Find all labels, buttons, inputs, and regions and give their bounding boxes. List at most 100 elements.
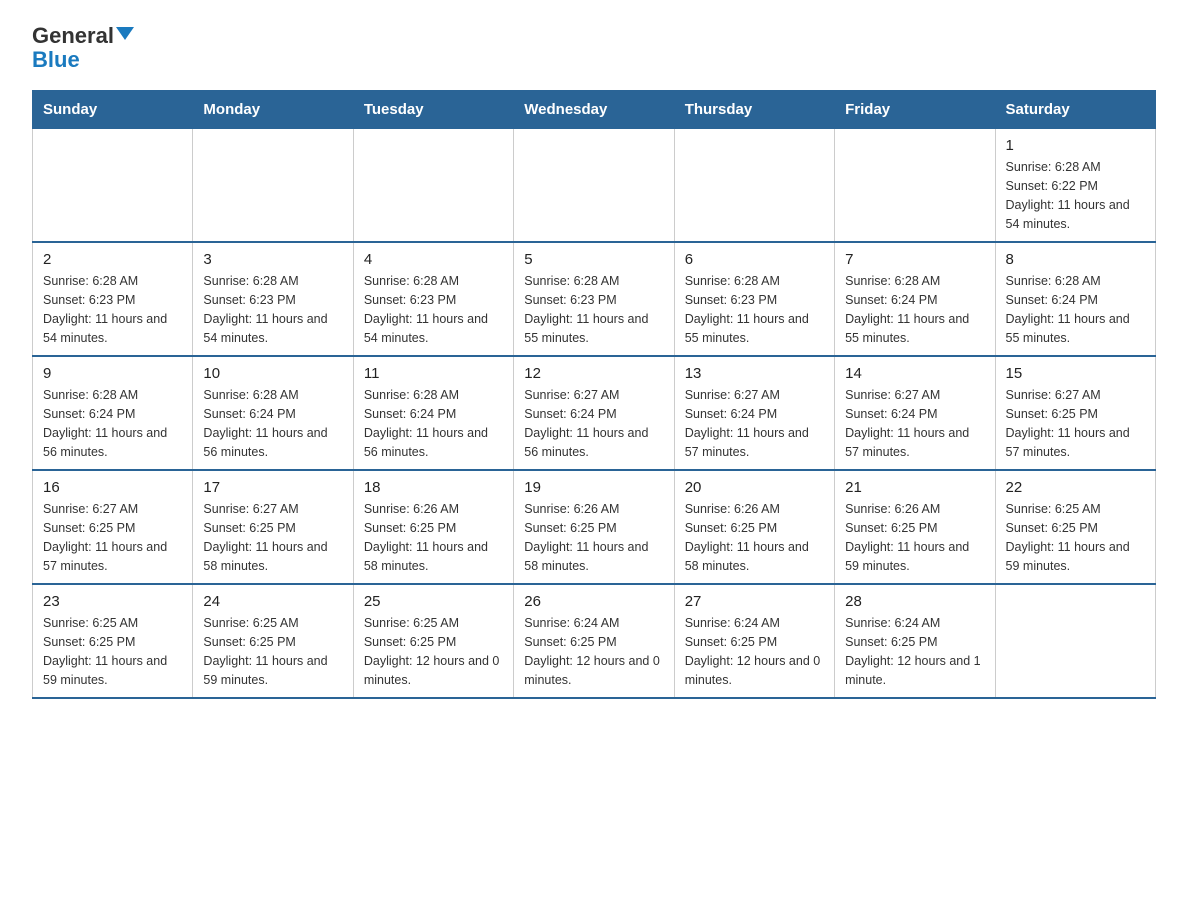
calendar-cell [995, 584, 1155, 698]
day-number: 2 [43, 251, 182, 268]
day-info: Sunrise: 6:26 AM Sunset: 6:25 PM Dayligh… [364, 500, 503, 575]
week-row-5: 23 Sunrise: 6:25 AM Sunset: 6:25 PM Dayli… [33, 584, 1156, 698]
calendar-cell: 1 Sunrise: 6:28 AM Sunset: 6:22 PM Daylig… [995, 129, 1155, 243]
weekday-header-friday: Friday [835, 91, 995, 129]
calendar-cell: 20 Sunrise: 6:26 AM Sunset: 6:25 PM Dayli… [674, 470, 834, 584]
calendar-cell: 3 Sunrise: 6:28 AM Sunset: 6:23 PM Daylig… [193, 242, 353, 356]
calendar-cell [193, 129, 353, 243]
calendar-cell: 5 Sunrise: 6:28 AM Sunset: 6:23 PM Daylig… [514, 242, 674, 356]
week-row-1: 1 Sunrise: 6:28 AM Sunset: 6:22 PM Daylig… [33, 129, 1156, 243]
calendar-cell: 12 Sunrise: 6:27 AM Sunset: 6:24 PM Dayli… [514, 356, 674, 470]
day-info: Sunrise: 6:27 AM Sunset: 6:25 PM Dayligh… [203, 500, 342, 575]
day-info: Sunrise: 6:28 AM Sunset: 6:24 PM Dayligh… [1006, 272, 1145, 347]
day-number: 28 [845, 593, 984, 610]
logo: General Blue [32, 24, 134, 72]
day-info: Sunrise: 6:28 AM Sunset: 6:24 PM Dayligh… [845, 272, 984, 347]
day-number: 17 [203, 479, 342, 496]
day-number: 20 [685, 479, 824, 496]
calendar-cell: 11 Sunrise: 6:28 AM Sunset: 6:24 PM Dayli… [353, 356, 513, 470]
day-number: 8 [1006, 251, 1145, 268]
calendar-cell [514, 129, 674, 243]
day-info: Sunrise: 6:25 AM Sunset: 6:25 PM Dayligh… [43, 614, 182, 689]
day-number: 7 [845, 251, 984, 268]
day-number: 21 [845, 479, 984, 496]
calendar-cell: 17 Sunrise: 6:27 AM Sunset: 6:25 PM Dayli… [193, 470, 353, 584]
day-number: 18 [364, 479, 503, 496]
calendar-cell: 10Sunrise: 6:28 AM Sunset: 6:24 PM Dayli… [193, 356, 353, 470]
day-info: Sunrise: 6:25 AM Sunset: 6:25 PM Dayligh… [203, 614, 342, 689]
day-number: 10 [203, 365, 342, 382]
calendar-cell: 16 Sunrise: 6:27 AM Sunset: 6:25 PM Dayli… [33, 470, 193, 584]
day-info: Sunrise: 6:25 AM Sunset: 6:25 PM Dayligh… [364, 614, 503, 689]
day-number: 25 [364, 593, 503, 610]
day-number: 1 [1006, 137, 1145, 154]
week-row-2: 2 Sunrise: 6:28 AM Sunset: 6:23 PM Daylig… [33, 242, 1156, 356]
calendar-cell: 21 Sunrise: 6:26 AM Sunset: 6:25 PM Dayli… [835, 470, 995, 584]
day-number: 22 [1006, 479, 1145, 496]
calendar-table: SundayMondayTuesdayWednesdayThursdayFrid… [32, 90, 1156, 699]
day-info: Sunrise: 6:28 AM Sunset: 6:23 PM Dayligh… [685, 272, 824, 347]
day-info: Sunrise: 6:28 AM Sunset: 6:23 PM Dayligh… [203, 272, 342, 347]
calendar-cell [835, 129, 995, 243]
day-number: 27 [685, 593, 824, 610]
calendar-cell: 25 Sunrise: 6:25 AM Sunset: 6:25 PM Dayli… [353, 584, 513, 698]
calendar-cell: 15 Sunrise: 6:27 AM Sunset: 6:25 PM Dayli… [995, 356, 1155, 470]
calendar-cell: 26 Sunrise: 6:24 AM Sunset: 6:25 PM Dayli… [514, 584, 674, 698]
day-info: Sunrise: 6:27 AM Sunset: 6:25 PM Dayligh… [43, 500, 182, 575]
day-number: 23 [43, 593, 182, 610]
day-info: Sunrise: 6:27 AM Sunset: 6:25 PM Dayligh… [1006, 386, 1145, 461]
day-number: 13 [685, 365, 824, 382]
weekday-row: SundayMondayTuesdayWednesdayThursdayFrid… [33, 91, 1156, 129]
calendar-cell: 8 Sunrise: 6:28 AM Sunset: 6:24 PM Daylig… [995, 242, 1155, 356]
calendar-cell [33, 129, 193, 243]
day-info: Sunrise: 6:28 AM Sunset: 6:23 PM Dayligh… [364, 272, 503, 347]
day-number: 24 [203, 593, 342, 610]
day-number: 12 [524, 365, 663, 382]
day-number: 3 [203, 251, 342, 268]
weekday-header-tuesday: Tuesday [353, 91, 513, 129]
calendar-cell: 2 Sunrise: 6:28 AM Sunset: 6:23 PM Daylig… [33, 242, 193, 356]
weekday-header-wednesday: Wednesday [514, 91, 674, 129]
day-info: Sunrise: 6:25 AM Sunset: 6:25 PM Dayligh… [1006, 500, 1145, 575]
day-number: 5 [524, 251, 663, 268]
week-row-4: 16 Sunrise: 6:27 AM Sunset: 6:25 PM Dayli… [33, 470, 1156, 584]
day-info: Sunrise: 6:28 AM Sunset: 6:23 PM Dayligh… [43, 272, 182, 347]
day-info: Sunrise: 6:28 AM Sunset: 6:24 PM Dayligh… [43, 386, 182, 461]
calendar-cell: 4 Sunrise: 6:28 AM Sunset: 6:23 PM Daylig… [353, 242, 513, 356]
calendar-header: SundayMondayTuesdayWednesdayThursdayFrid… [33, 91, 1156, 129]
calendar-cell: 14 Sunrise: 6:27 AM Sunset: 6:24 PM Dayli… [835, 356, 995, 470]
day-info: Sunrise: 6:26 AM Sunset: 6:25 PM Dayligh… [845, 500, 984, 575]
day-info: Sunrise: 6:24 AM Sunset: 6:25 PM Dayligh… [685, 614, 824, 689]
day-number: 11 [364, 365, 503, 382]
calendar-cell: 24 Sunrise: 6:25 AM Sunset: 6:25 PM Dayli… [193, 584, 353, 698]
calendar-cell: 7 Sunrise: 6:28 AM Sunset: 6:24 PM Daylig… [835, 242, 995, 356]
day-info: Sunrise: 6:24 AM Sunset: 6:25 PM Dayligh… [524, 614, 663, 689]
day-info: Sunrise: 6:28 AM Sunset: 6:24 PM Dayligh… [364, 386, 503, 461]
week-row-3: 9 Sunrise: 6:28 AM Sunset: 6:24 PM Daylig… [33, 356, 1156, 470]
day-number: 14 [845, 365, 984, 382]
logo-triangle-icon [116, 27, 134, 40]
day-info: Sunrise: 6:28 AM Sunset: 6:23 PM Dayligh… [524, 272, 663, 347]
calendar-cell: 18 Sunrise: 6:26 AM Sunset: 6:25 PM Dayli… [353, 470, 513, 584]
calendar-cell: 22 Sunrise: 6:25 AM Sunset: 6:25 PM Dayli… [995, 470, 1155, 584]
weekday-header-monday: Monday [193, 91, 353, 129]
day-info: Sunrise: 6:26 AM Sunset: 6:25 PM Dayligh… [685, 500, 824, 575]
day-number: 4 [364, 251, 503, 268]
logo-general: General [32, 24, 114, 48]
calendar-cell: 23 Sunrise: 6:25 AM Sunset: 6:25 PM Dayli… [33, 584, 193, 698]
day-number: 9 [43, 365, 182, 382]
page-header: General Blue [32, 24, 1156, 72]
day-info: Sunrise: 6:27 AM Sunset: 6:24 PM Dayligh… [524, 386, 663, 461]
day-info: Sunrise: 6:27 AM Sunset: 6:24 PM Dayligh… [845, 386, 984, 461]
day-info: Sunrise: 6:28 AM Sunset: 6:22 PM Dayligh… [1006, 158, 1145, 233]
calendar-cell: 27 Sunrise: 6:24 AM Sunset: 6:25 PM Dayli… [674, 584, 834, 698]
logo-blue: Blue [32, 48, 80, 72]
day-number: 16 [43, 479, 182, 496]
day-number: 19 [524, 479, 663, 496]
day-number: 26 [524, 593, 663, 610]
calendar-cell: 6Sunrise: 6:28 AM Sunset: 6:23 PM Daylig… [674, 242, 834, 356]
calendar-body: 1 Sunrise: 6:28 AM Sunset: 6:22 PM Daylig… [33, 129, 1156, 699]
calendar-cell: 28Sunrise: 6:24 AM Sunset: 6:25 PM Dayli… [835, 584, 995, 698]
calendar-cell: 13Sunrise: 6:27 AM Sunset: 6:24 PM Dayli… [674, 356, 834, 470]
day-number: 15 [1006, 365, 1145, 382]
